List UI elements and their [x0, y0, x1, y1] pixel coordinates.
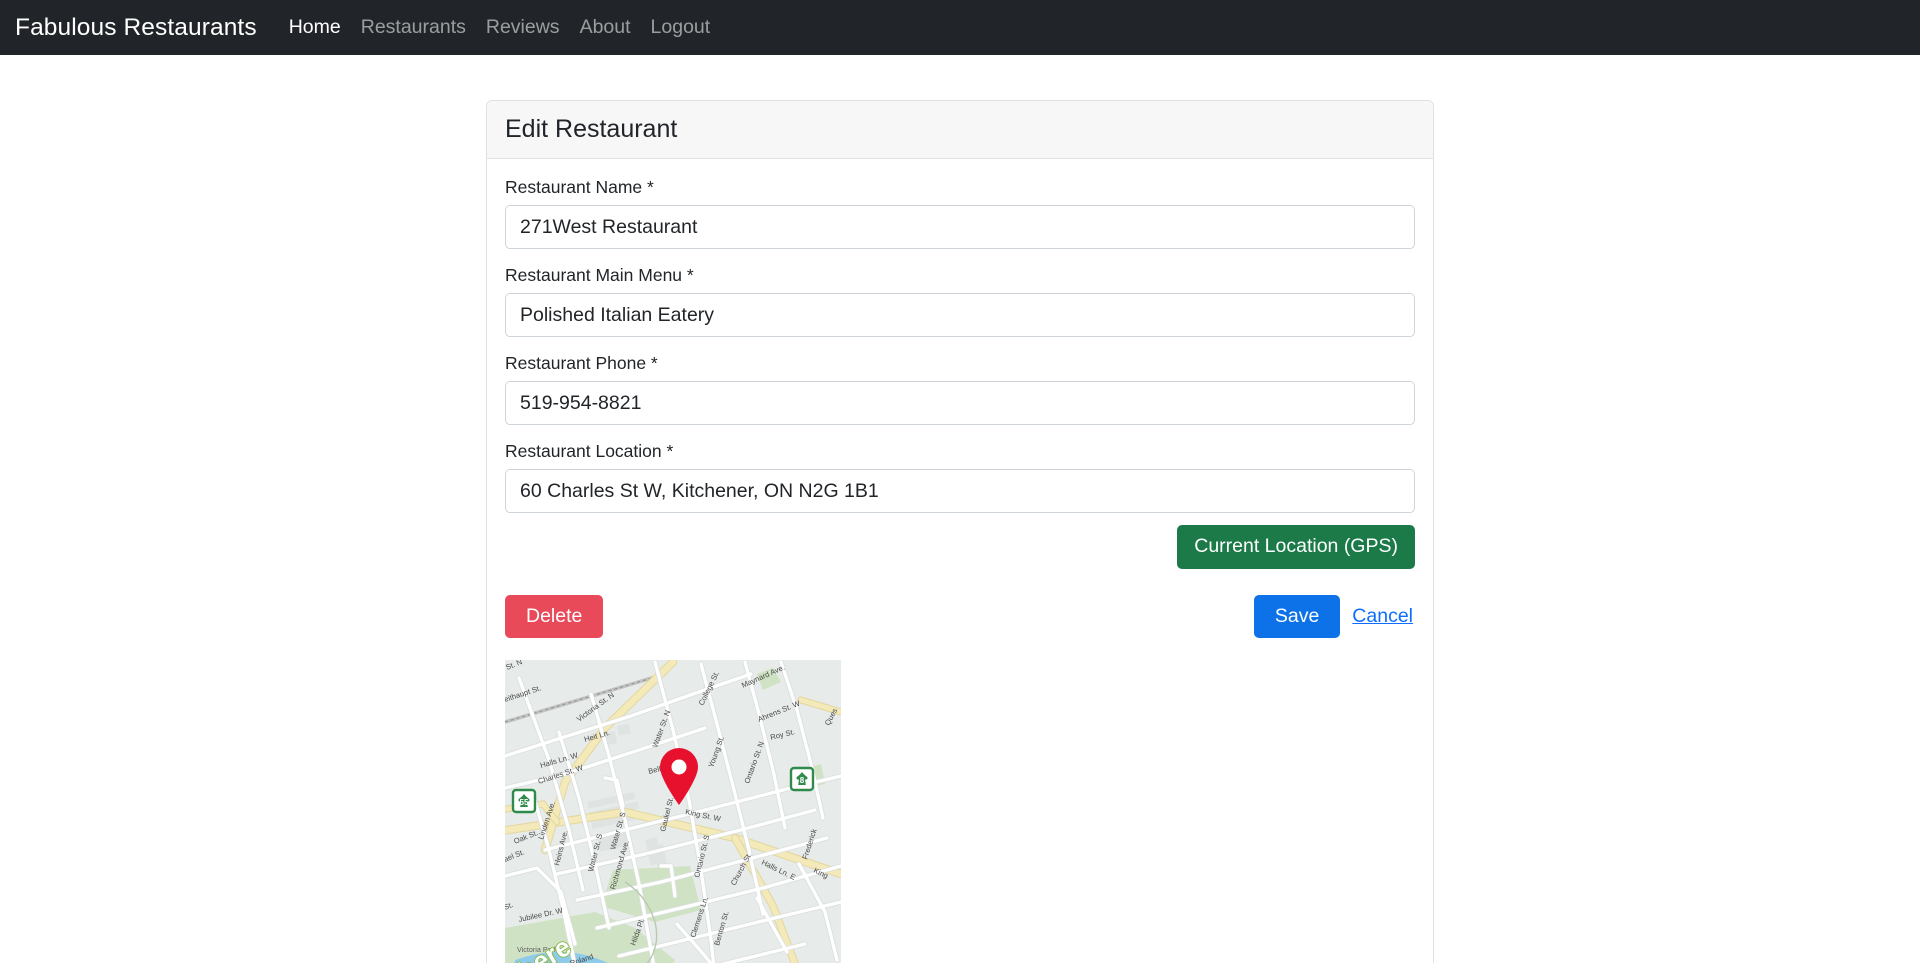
field-group-restaurant-main-menu: Restaurant Main Menu *	[505, 265, 1415, 337]
restaurant-location-input[interactable]	[505, 469, 1415, 513]
svg-text:Victoria Park: Victoria Park	[517, 945, 558, 954]
restaurant-name-input[interactable]	[505, 205, 1415, 249]
svg-text:55: 55	[520, 798, 529, 807]
page-title: Edit Restaurant	[505, 115, 678, 143]
label-restaurant-main-menu: Restaurant Main Menu *	[505, 265, 694, 285]
nav-link-restaurants[interactable]: Restaurants	[351, 16, 476, 39]
svg-text:8: 8	[800, 776, 805, 785]
gps-row: Current Location (GPS)	[505, 525, 1415, 569]
form-actions-row: Delete Save Cancel	[505, 594, 1415, 638]
card-body: Restaurant Name * Restaurant Main Menu *…	[487, 159, 1433, 963]
label-restaurant-name: Restaurant Name *	[505, 177, 654, 197]
location-map[interactable]: .rd { stroke:#ffffff; fill:none; stroke-…	[505, 660, 841, 963]
shield-route-8: 8	[789, 766, 815, 792]
page-container: Edit Restaurant Restaurant Name * Restau…	[0, 55, 1920, 963]
primary-actions: Save Cancel	[1253, 594, 1415, 638]
label-restaurant-phone: Restaurant Phone *	[505, 353, 658, 373]
delete-button[interactable]: Delete	[505, 594, 604, 638]
field-group-restaurant-location: Restaurant Location *	[505, 441, 1415, 513]
restaurant-phone-input[interactable]	[505, 381, 1415, 425]
brand-logo[interactable]: Fabulous Restaurants	[15, 14, 257, 42]
edit-restaurant-card: Edit Restaurant Restaurant Name * Restau…	[486, 100, 1434, 963]
nav-link-reviews[interactable]: Reviews	[476, 16, 570, 39]
field-group-restaurant-phone: Restaurant Phone *	[505, 353, 1415, 425]
restaurant-main-menu-input[interactable]	[505, 293, 1415, 337]
nav-link-logout[interactable]: Logout	[641, 16, 721, 39]
top-navbar: Fabulous Restaurants Home Restaurants Re…	[0, 0, 1920, 55]
shield-route-55: 55	[511, 788, 537, 814]
map-canvas: .rd { stroke:#ffffff; fill:none; stroke-…	[505, 660, 841, 963]
field-group-restaurant-name: Restaurant Name *	[505, 177, 1415, 249]
cancel-link[interactable]: Cancel	[1350, 601, 1415, 632]
nav-link-about[interactable]: About	[570, 16, 641, 39]
nav-links: Home Restaurants Reviews About Logout	[279, 16, 720, 39]
label-restaurant-location: Restaurant Location *	[505, 441, 674, 461]
save-button[interactable]: Save	[1253, 594, 1341, 638]
location-pin-marker	[660, 748, 698, 805]
card-header: Edit Restaurant	[487, 101, 1433, 159]
current-location-gps-button[interactable]: Current Location (GPS)	[1177, 525, 1415, 569]
nav-link-home[interactable]: Home	[279, 16, 351, 39]
